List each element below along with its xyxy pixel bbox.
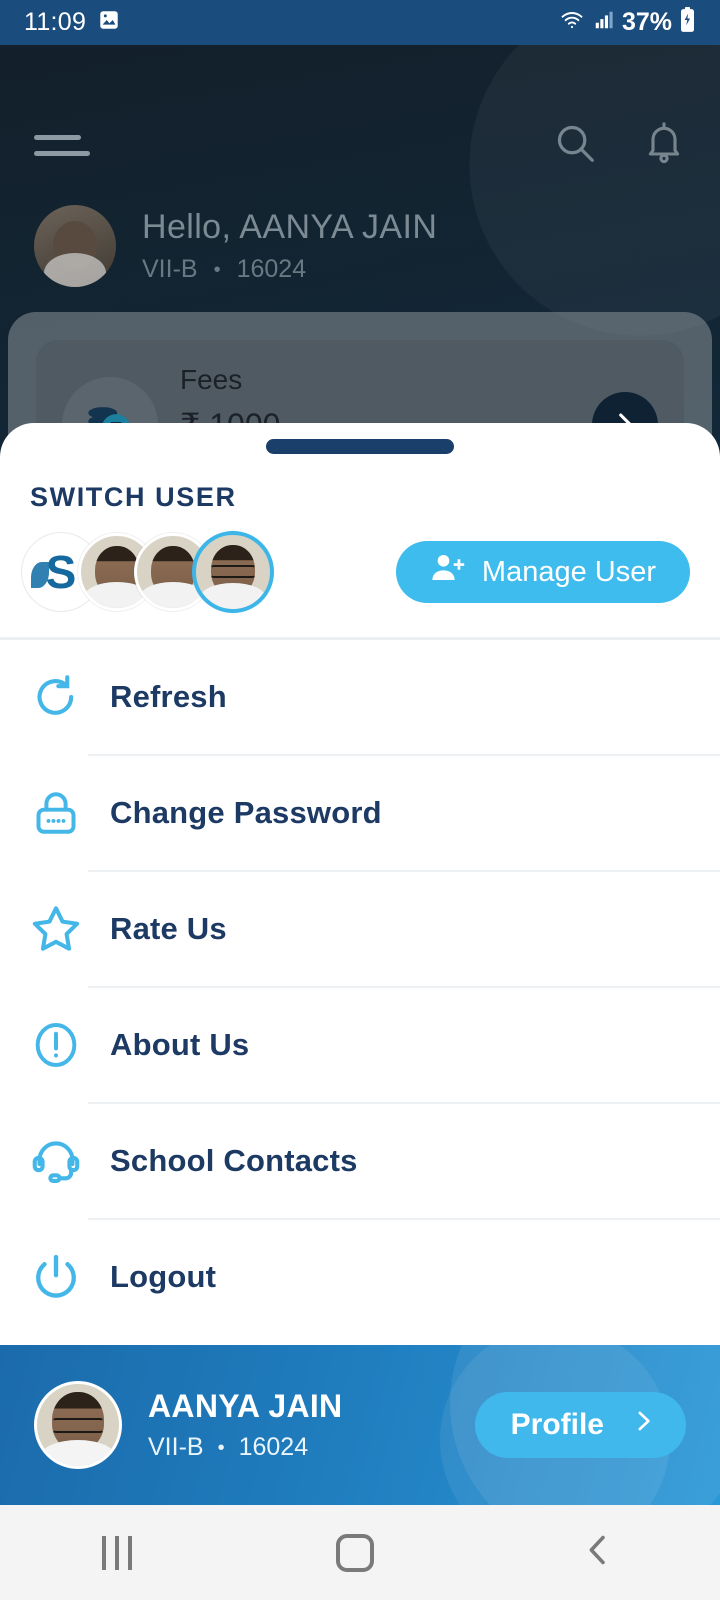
chevron-right-icon — [630, 1408, 656, 1442]
cellular-signal-icon — [593, 9, 615, 36]
status-bar-right: 37% — [558, 7, 696, 38]
app-topbar — [0, 100, 720, 190]
battery-percent: 37% — [621, 8, 672, 36]
home-icon[interactable] — [336, 1533, 374, 1572]
bell-icon[interactable] — [642, 121, 686, 170]
greeting-separator: • — [213, 258, 221, 281]
greeting-roll: 16024 — [236, 255, 307, 283]
profile-button-label: Profile — [510, 1408, 604, 1441]
greeting-class: VII-B — [142, 255, 198, 283]
menu-label-rate-us: Rate Us — [110, 911, 227, 946]
menu-item-refresh[interactable]: Refresh — [0, 640, 720, 754]
logo-initial: S — [45, 546, 77, 598]
profile-footer: AANYA JAIN VII-B • 16024 Profile — [0, 1345, 720, 1505]
footer-avatar[interactable] — [34, 1381, 122, 1469]
manage-user-button[interactable]: Manage User — [395, 541, 690, 603]
menu-label-refresh: Refresh — [110, 679, 227, 714]
student-avatar-3-selected[interactable] — [192, 531, 274, 613]
power-icon — [24, 1251, 88, 1303]
recents-icon[interactable] — [102, 1535, 132, 1570]
bottom-sheet: SWITCH USER S Manage User Refresh Change… — [0, 423, 720, 1505]
footer-separator: • — [217, 1436, 225, 1459]
menu-item-about-us[interactable]: About Us — [0, 988, 720, 1102]
menu-item-school-contacts[interactable]: School Contacts — [0, 1104, 720, 1218]
greeting-text: Hello, AANYA JAIN VII-B • 16024 — [142, 208, 437, 284]
back-icon[interactable] — [578, 1530, 618, 1575]
status-bar-left: 11:09 — [24, 8, 120, 37]
hamburger-menu-icon[interactable] — [34, 134, 90, 156]
battery-charging-icon — [679, 7, 696, 38]
status-bar: 11:09 37% — [0, 0, 720, 45]
menu-label-change-password: Change Password — [110, 795, 382, 830]
wifi-icon — [558, 8, 586, 37]
footer-user-meta: VII-B • 16024 — [148, 1433, 342, 1462]
menu-item-change-password[interactable]: Change Password — [0, 756, 720, 870]
image-icon — [98, 9, 120, 36]
footer-user-class: VII-B — [148, 1433, 204, 1461]
refresh-icon — [24, 671, 88, 723]
sheet-drag-handle[interactable] — [266, 439, 454, 454]
switch-user-title: SWITCH USER — [30, 482, 237, 512]
footer-user-text: AANYA JAIN VII-B • 16024 — [148, 1388, 342, 1462]
person-add-icon — [430, 550, 466, 594]
fees-title: Fees — [180, 364, 243, 395]
greeting-block: Hello, AANYA JAIN VII-B • 16024 — [34, 205, 686, 287]
headset-icon — [24, 1135, 88, 1187]
menu-item-logout[interactable]: Logout — [0, 1220, 720, 1334]
footer-user-name: AANYA JAIN — [148, 1388, 343, 1424]
info-circle-icon — [24, 1020, 88, 1070]
greeting-name: Hello, AANYA JAIN — [142, 208, 438, 246]
topbar-icons — [552, 120, 686, 171]
menu-item-rate-us[interactable]: Rate Us — [0, 872, 720, 986]
footer-user-roll: 16024 — [238, 1433, 309, 1461]
menu-label-school-contacts: School Contacts — [110, 1143, 358, 1178]
user-avatar-list: S — [22, 531, 274, 613]
status-time: 11:09 — [24, 8, 87, 36]
greeting-meta: VII-B • 16024 — [142, 255, 437, 284]
glasses-detail — [210, 565, 256, 578]
star-icon — [24, 902, 88, 956]
profile-button[interactable]: Profile — [474, 1392, 686, 1458]
manage-user-label: Manage User — [481, 555, 656, 588]
menu-label-about-us: About Us — [110, 1027, 250, 1062]
android-nav-bar — [0, 1505, 720, 1600]
switch-user-row: S Manage User — [0, 513, 720, 637]
lock-password-icon — [24, 788, 88, 838]
settings-menu: Refresh Change Password Rate Us About Us… — [0, 640, 720, 1345]
menu-label-logout: Logout — [110, 1259, 217, 1294]
glasses-detail — [52, 1418, 104, 1433]
search-icon[interactable] — [552, 120, 598, 171]
greeting-avatar — [34, 205, 116, 287]
